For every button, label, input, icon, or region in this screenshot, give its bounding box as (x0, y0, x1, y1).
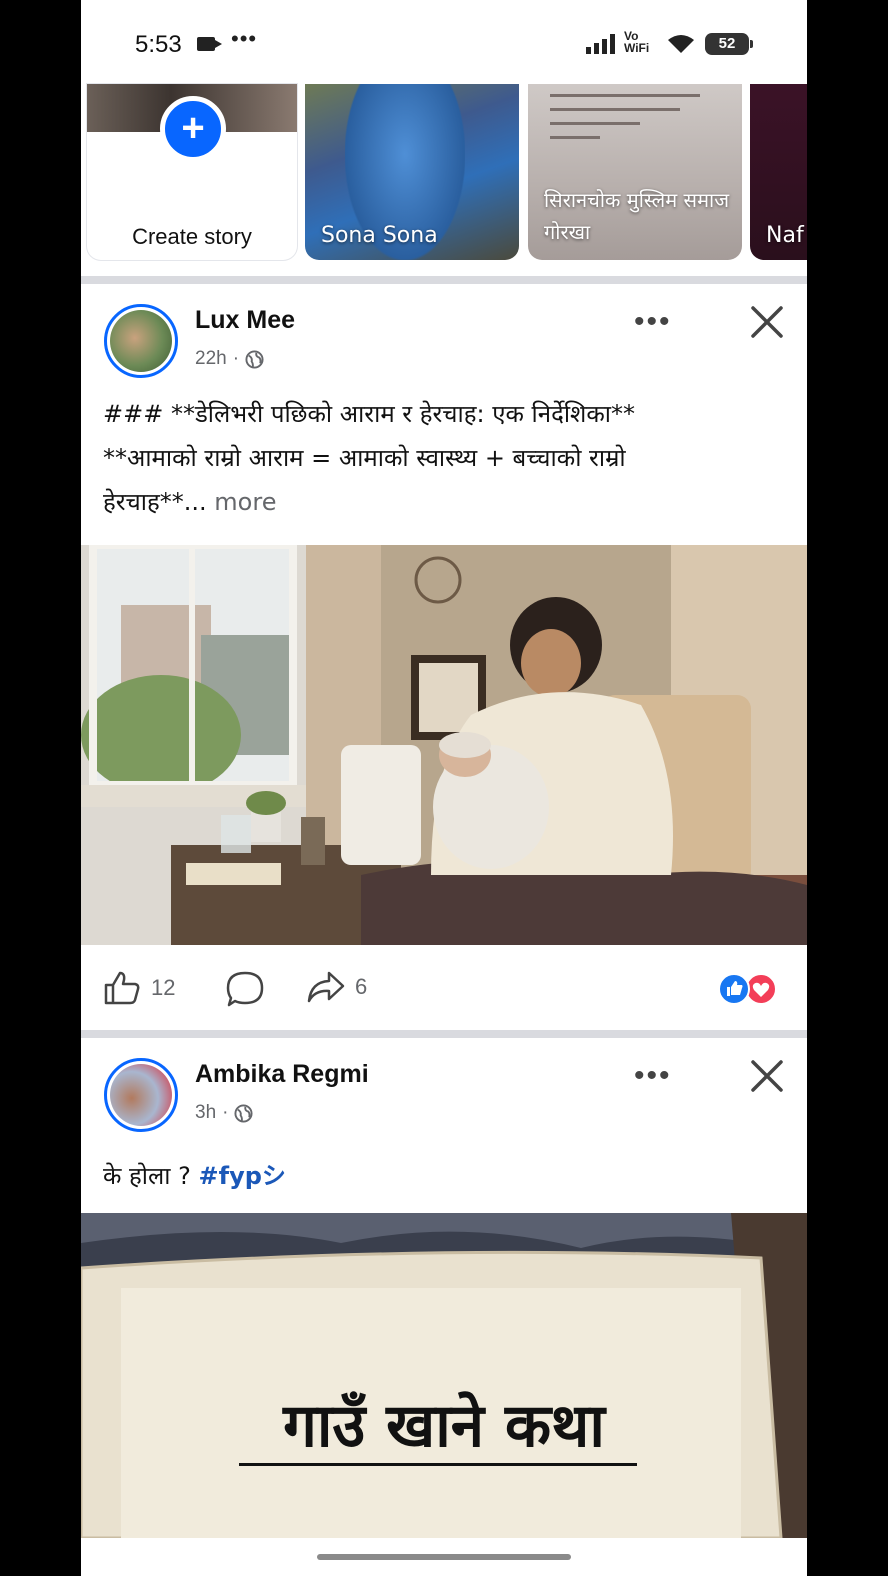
post-text-line: **आमाको राम्रो आराम = आमाको स्वास्थ्य + … (103, 444, 626, 472)
like-reaction-icon (718, 973, 750, 1005)
status-more-icon: ••• (231, 26, 258, 51)
share-button[interactable]: 6 (307, 970, 367, 1004)
more-options-icon[interactable]: ••• (634, 1061, 672, 1091)
comment-button[interactable] (225, 970, 265, 1008)
close-icon[interactable] (749, 304, 785, 340)
story-create-label: Create story (132, 224, 252, 249)
book-cover-photo (81, 1213, 807, 1538)
like-icon (104, 971, 140, 1005)
status-bar: 5:53 ••• Vo WiFi 52 (81, 0, 807, 84)
phone-screen: 5:53 ••• Vo WiFi 52 + Create story Sona … (81, 0, 807, 1576)
story-card[interactable]: Sona Sona (305, 84, 519, 260)
reaction-summary[interactable] (717, 972, 779, 1006)
like-button[interactable]: 12 (103, 970, 175, 1006)
wifi-icon (668, 35, 694, 53)
post-actions-bar: 12 6 (81, 948, 807, 1030)
post-time[interactable]: 3h (195, 1102, 216, 1124)
battery-icon: 52 (705, 33, 753, 55)
comment-icon (226, 971, 264, 1007)
avatar[interactable] (104, 304, 178, 378)
post-text-line: ### **डेलिभरी पछिको आराम र हेरचाह: एक नि… (103, 400, 636, 428)
section-divider (81, 276, 807, 284)
story-card[interactable]: सिरानचोक मुस्लिम समाज गोरखा (528, 84, 742, 260)
share-icon (307, 971, 345, 1003)
story-author-name: Naf (766, 223, 804, 248)
love-reaction-icon (745, 973, 777, 1005)
home-indicator[interactable] (81, 1538, 807, 1576)
stories-tray: + Create story Sona Sona सिरानचोक मुस्लि… (81, 84, 807, 276)
avatar[interactable] (104, 1058, 178, 1132)
post-text: ### **डेलिभरी पछिको आराम र हेरचाह: एक नि… (103, 392, 783, 524)
see-more-link[interactable]: more (207, 488, 276, 516)
mother-and-baby-photo (81, 545, 807, 945)
hashtag-link[interactable]: #fypシ (199, 1162, 286, 1190)
share-count: 6 (355, 974, 368, 999)
post-image[interactable]: गाउँ खाने कथा (81, 1213, 807, 1538)
book-title: गाउँ खाने कथा (283, 1391, 605, 1461)
signal-icon (586, 34, 616, 54)
status-time: 5:53 (135, 31, 182, 58)
post-text-line-end: हेरचाह**... (103, 488, 207, 516)
post-author[interactable]: Ambika Regmi (195, 1060, 369, 1089)
post-image[interactable] (81, 545, 807, 945)
plus-icon[interactable]: + (160, 96, 226, 162)
post-text-body: के होला ? (103, 1162, 199, 1190)
story-card[interactable]: Naf (750, 84, 807, 260)
post-time[interactable]: 22h (195, 348, 227, 370)
story-author-name: सिरानचोक मुस्लिम समाज गोरखा (544, 188, 730, 244)
like-count: 12 (151, 975, 176, 1000)
story-photo (550, 84, 730, 174)
close-icon[interactable] (749, 1058, 785, 1094)
story-author-name: Sona Sona (321, 223, 438, 248)
meta-separator: · (222, 1102, 229, 1123)
more-options-icon[interactable]: ••• (634, 307, 672, 337)
post-meta: 22h · (195, 348, 264, 370)
meta-separator: · (232, 348, 240, 369)
post-author[interactable]: Lux Mee (195, 306, 295, 335)
vowifi-indicator: Vo WiFi (624, 30, 649, 54)
post-text-line: हेरचाह**... more (103, 480, 783, 524)
story-create-card[interactable]: + Create story (87, 84, 297, 260)
camera-icon (197, 37, 222, 51)
post-meta: 3h · (195, 1102, 253, 1124)
post-header: Ambika Regmi 3h · ••• (81, 1058, 807, 1158)
section-divider (81, 1030, 807, 1038)
post-header: Lux Mee 22h · ••• (81, 304, 807, 404)
globe-icon (234, 1103, 253, 1123)
globe-icon (245, 349, 264, 369)
vowifi-bottom-label: WiFi (624, 41, 650, 55)
post-text: के होला ? #fypシ (103, 1154, 783, 1198)
